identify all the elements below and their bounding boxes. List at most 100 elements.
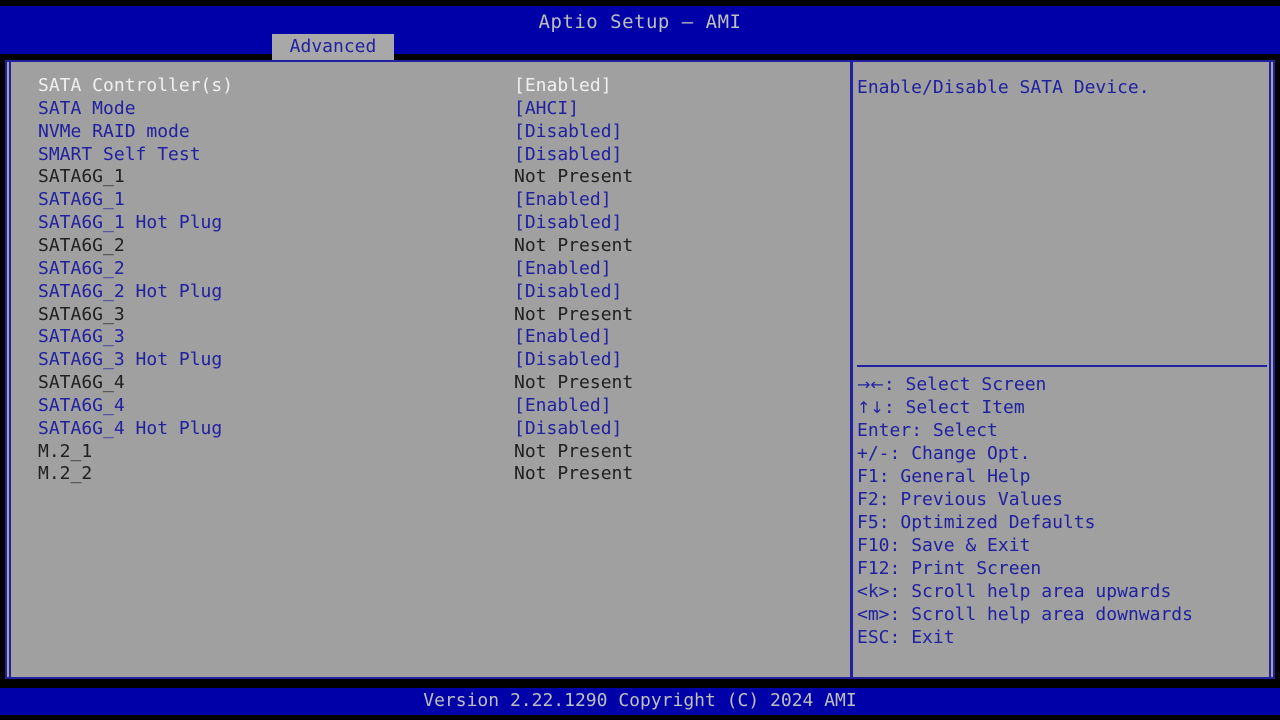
key-legend-action: Previous Values (900, 489, 1063, 510)
key-legend-action: Scroll help area upwards (911, 581, 1172, 602)
setting-label: M.2_2 (38, 463, 93, 485)
key-legend-separator: : (889, 443, 912, 464)
key-legend-action: Select Screen (905, 374, 1047, 395)
setting-label: M.2_1 (38, 440, 93, 462)
setting-label: SATA6G_2 (38, 257, 125, 279)
setting-row: M.2_1 Not Present (9, 440, 850, 463)
setting-value[interactable]: [Enabled] (514, 74, 612, 97)
key-legend-item: <m>: Scroll help area downwards (857, 603, 1269, 626)
key-legend-item: F2: Previous Values (857, 488, 1269, 511)
setting-value[interactable]: [Disabled] (514, 211, 622, 234)
setting-value[interactable]: [Disabled] (514, 120, 622, 143)
setting-value[interactable]: [Enabled] (514, 325, 612, 348)
key-legend-separator: : (878, 466, 901, 487)
key-legend-action: Save & Exit (911, 535, 1031, 556)
version-text: Version 2.22.1290 Copyright (C) 2024 AMI (423, 690, 857, 711)
setting-label: SATA6G_4 (38, 394, 125, 416)
bottom-black-bar (0, 715, 1280, 720)
key-legend-key: Enter (857, 420, 912, 441)
setting-row[interactable]: SATA6G_1 [Enabled] (9, 188, 850, 211)
key-legend-item: F5: Optimized Defaults (857, 511, 1269, 534)
key-legend-action: Select Item (905, 397, 1025, 418)
key-legend-separator: : (883, 374, 906, 395)
setting-label: SATA Controller(s) (38, 75, 234, 96)
setting-value: Not Present (514, 463, 634, 485)
setting-label: SMART Self Test (38, 143, 201, 165)
key-legend-key: F12 (857, 558, 890, 579)
key-legend-separator: : (889, 535, 912, 556)
settings-list: SATA Controller(s) [Enabled] SATA Mode [AHC… (9, 62, 850, 677)
key-legend-separator: : (889, 558, 912, 579)
tab-strip: Advanced (0, 34, 1280, 60)
key-legend-separator: : (889, 627, 912, 648)
setting-label: SATA6G_4 (38, 372, 125, 394)
setting-row: SATA6G_1 Not Present (9, 165, 850, 188)
help-separator (857, 365, 1267, 367)
setting-value: Not Present (514, 303, 634, 325)
setting-label: SATA6G_3 (38, 326, 125, 348)
setting-row[interactable]: SMART Self Test [Disabled] (9, 143, 850, 166)
setting-label: SATA6G_1 Hot Plug (38, 212, 223, 234)
key-legend-item: ESC: Exit (857, 626, 1269, 649)
setting-label: SATA6G_1 (38, 166, 125, 188)
key-legend-action: Change Opt. (911, 443, 1031, 464)
setting-value: Not Present (514, 234, 634, 256)
key-legend-action: Print Screen (911, 558, 1042, 579)
setting-value[interactable]: [Enabled] (514, 257, 612, 280)
setting-label: SATA6G_1 (38, 189, 125, 211)
key-legend-key: F1 (857, 466, 879, 487)
key-legend-item: +/-: Change Opt. (857, 442, 1269, 465)
setting-value[interactable]: [Disabled] (514, 280, 622, 303)
key-legend-separator: : (878, 512, 901, 533)
setting-row[interactable]: SATA6G_4 [Enabled] (9, 394, 850, 417)
arrow-keys-icon: →← (857, 375, 884, 394)
tab-advanced[interactable]: Advanced (272, 34, 394, 60)
setting-value: Not Present (514, 166, 634, 188)
key-legend-action: Optimized Defaults (900, 512, 1096, 533)
setting-value: Not Present (514, 372, 634, 394)
title-bar: Aptio Setup – AMI Advanced (0, 6, 1280, 60)
setting-row[interactable]: SATA6G_3 [Enabled] (9, 325, 850, 348)
bios-setup-screen: Aptio Setup – AMI Advanced SATA Controll… (0, 0, 1280, 720)
setting-row: SATA6G_3 Not Present (9, 303, 850, 326)
key-legend-separator: : (878, 489, 901, 510)
help-pane: Enable/Disable SATA Device. →←: Select S… (857, 62, 1269, 677)
setting-row: M.2_2 Not Present (9, 462, 850, 485)
setting-value[interactable]: [Disabled] (514, 417, 622, 440)
key-legend-item: F1: General Help (857, 465, 1269, 488)
setting-row[interactable]: SATA6G_1 Hot Plug [Disabled] (9, 211, 850, 234)
key-legend-item: ↑↓: Select Item (857, 396, 1269, 419)
setting-label: SATA6G_3 (38, 303, 125, 325)
setting-label: SATA6G_4 Hot Plug (38, 417, 223, 439)
pane-divider (850, 60, 853, 679)
key-legend-key: F2 (857, 489, 879, 510)
setting-value[interactable]: [Enabled] (514, 394, 612, 417)
setting-label: SATA6G_2 Hot Plug (38, 280, 223, 302)
setting-row[interactable]: SATA Controller(s) [Enabled] (9, 74, 850, 97)
key-legend-item: Enter: Select (857, 419, 1269, 442)
setting-value[interactable]: [Disabled] (514, 348, 622, 371)
setting-row[interactable]: NVMe RAID mode [Disabled] (9, 120, 850, 143)
setting-value[interactable]: [Disabled] (514, 143, 622, 166)
key-legend-key: <m> (857, 604, 890, 625)
setting-value[interactable]: [AHCI] (514, 97, 579, 120)
setting-row: SATA6G_4 Not Present (9, 371, 850, 394)
key-legend-separator: : (883, 397, 906, 418)
page-title: Aptio Setup – AMI (538, 11, 742, 33)
setting-row[interactable]: SATA6G_3 Hot Plug [Disabled] (9, 348, 850, 371)
key-legend-key: +/- (857, 443, 890, 464)
setting-value: Not Present (514, 440, 634, 462)
setting-row[interactable]: SATA6G_4 Hot Plug [Disabled] (9, 417, 850, 440)
setting-row[interactable]: SATA6G_2 Hot Plug [Disabled] (9, 280, 850, 303)
setting-row[interactable]: SATA6G_2 [Enabled] (9, 257, 850, 280)
arrow-keys-icon: ↑↓ (857, 398, 884, 417)
key-legend-action: Exit (911, 627, 955, 648)
help-description: Enable/Disable SATA Device. (857, 77, 1150, 98)
key-legend-action: Scroll help area downwards (911, 604, 1193, 625)
setting-row[interactable]: SATA Mode [AHCI] (9, 97, 850, 120)
setting-label: SATA6G_3 Hot Plug (38, 349, 223, 371)
setting-value[interactable]: [Enabled] (514, 188, 612, 211)
key-legend: →←: Select Screen ↑↓: Select Item Enter: S… (857, 373, 1269, 649)
key-legend-action: General Help (900, 466, 1031, 487)
key-legend-key: F5 (857, 512, 879, 533)
